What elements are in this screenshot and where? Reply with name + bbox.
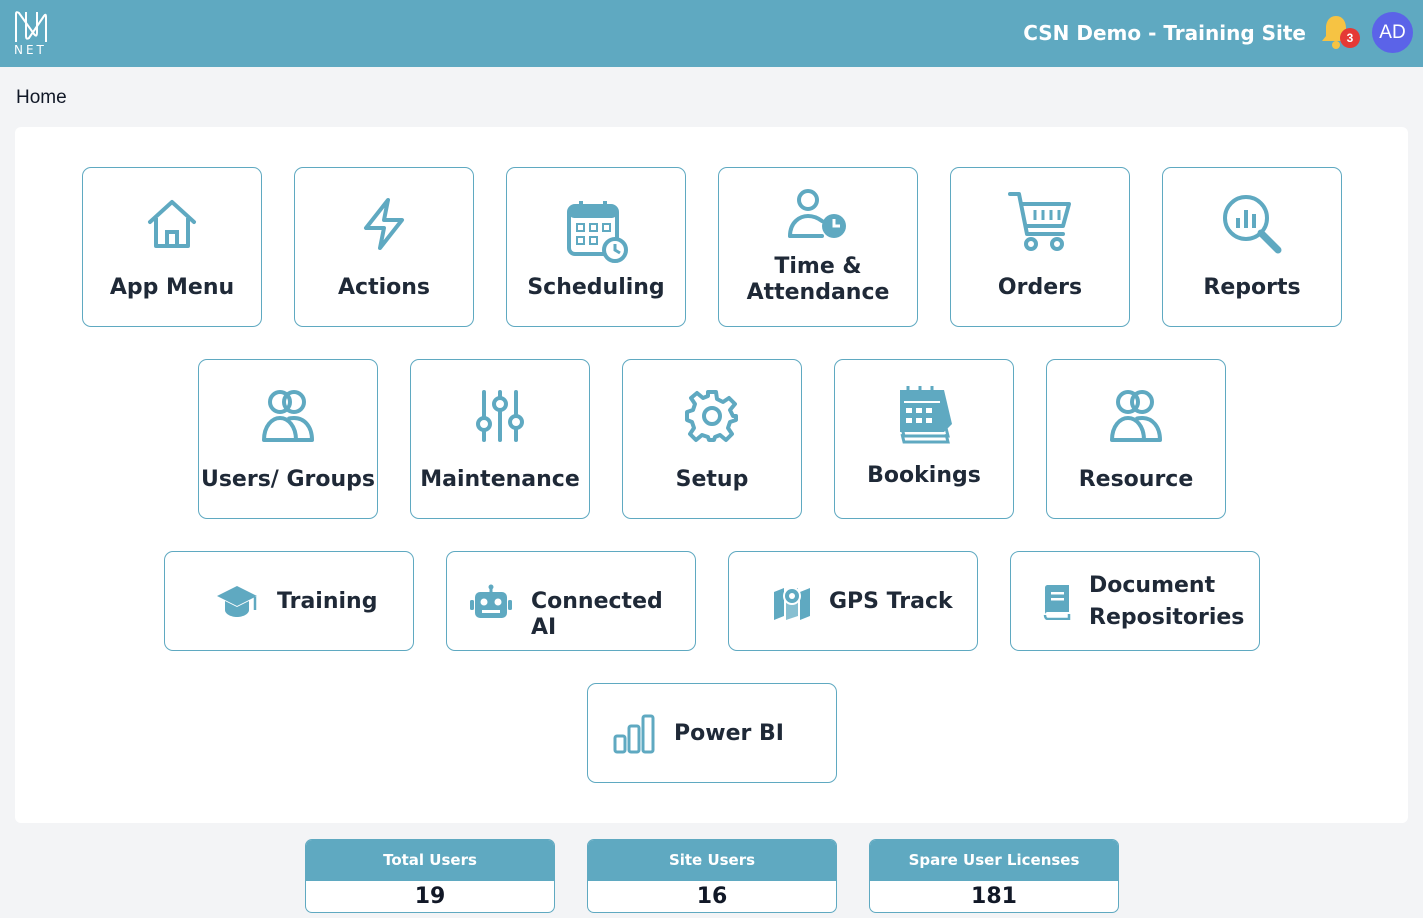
tile-training[interactable]: Training: [164, 551, 414, 651]
bar-chart-icon: [613, 714, 655, 754]
tile-label: Actions: [338, 275, 430, 300]
tile-connected-ai[interactable]: Connected AI: [446, 551, 696, 651]
stat-total-users: Total Users 19: [305, 839, 555, 913]
book-icon: [1043, 585, 1071, 620]
stat-site-users: Site Users 16: [587, 839, 837, 913]
user-clock-icon: [788, 189, 846, 238]
stat-spare-licenses: Spare User Licenses 181: [869, 839, 1119, 913]
tile-label: Scheduling: [527, 275, 665, 300]
magnifier-chart-icon: [1223, 195, 1282, 254]
tile-power-bi[interactable]: Power BI: [587, 683, 837, 783]
tile-label: Document: [1089, 573, 1216, 598]
stat-value: 19: [414, 884, 446, 909]
calendar-clock-icon: [567, 201, 628, 263]
lightning-icon: [364, 198, 404, 250]
tile-label: Power BI: [674, 721, 784, 746]
top-bar: NET CSN Demo - Training Site 3 AD: [0, 0, 1423, 67]
site-title: CSN Demo - Training Site: [1023, 21, 1306, 45]
breadcrumb: Home: [16, 87, 67, 108]
tile-label: Maintenance: [420, 467, 580, 492]
tile-scheduling[interactable]: Scheduling: [506, 167, 686, 327]
tile-label: App Menu: [109, 275, 235, 300]
tile-document-repositories[interactable]: Document Repositories: [1010, 551, 1260, 651]
logo-text: NET: [14, 43, 47, 57]
stat-label: Spare User Licenses: [870, 840, 1118, 881]
map-pin-icon: [774, 587, 810, 620]
tile-label: Resource: [1078, 467, 1194, 492]
tile-resource[interactable]: Resource: [1046, 359, 1226, 519]
tile-label: Time &: [774, 254, 862, 279]
tile-gps-track[interactable]: GPS Track: [728, 551, 978, 651]
tile-label-line2: Attendance: [746, 280, 890, 305]
tile-label-line2: Repositories: [1089, 605, 1245, 630]
tile-label: Bookings: [867, 463, 981, 488]
sliders-icon: [476, 390, 524, 442]
home-icon: [148, 200, 196, 248]
cart-icon: [1008, 192, 1071, 251]
users-icon: [262, 390, 314, 442]
tile-maintenance[interactable]: Maintenance: [410, 359, 590, 519]
stat-value: 181: [971, 884, 1017, 909]
calendar-stack-icon: [900, 386, 952, 444]
tile-label: Setup: [675, 467, 749, 492]
tile-app-menu[interactable]: App Menu: [82, 167, 262, 327]
stat-value: 16: [696, 884, 728, 909]
tile-reports[interactable]: Reports: [1162, 167, 1342, 327]
tile-setup[interactable]: Setup: [622, 359, 802, 519]
tile-label: Connected AI: [531, 589, 663, 640]
gear-icon: [685, 390, 738, 442]
tile-label: Reports: [1203, 275, 1301, 300]
tile-label: GPS Track: [829, 589, 953, 614]
tile-time-attendance[interactable]: Time & Attendance: [718, 167, 918, 327]
tile-bookings[interactable]: Bookings: [834, 359, 1014, 519]
tile-users-groups[interactable]: Users/ Groups: [198, 359, 378, 519]
tile-actions[interactable]: Actions: [294, 167, 474, 327]
graduation-cap-icon: [217, 586, 257, 617]
users-icon: [1110, 390, 1162, 442]
stat-label: Total Users: [306, 840, 554, 881]
notification-count-badge: 3: [1340, 28, 1360, 48]
stat-label: Site Users: [588, 840, 836, 881]
tile-label: Training: [277, 589, 378, 614]
tile-label: Users/ Groups: [200, 467, 376, 492]
user-avatar[interactable]: AD: [1372, 12, 1413, 53]
tile-label: Orders: [997, 275, 1083, 300]
tile-orders[interactable]: Orders: [950, 167, 1130, 327]
robot-icon: [470, 584, 512, 618]
